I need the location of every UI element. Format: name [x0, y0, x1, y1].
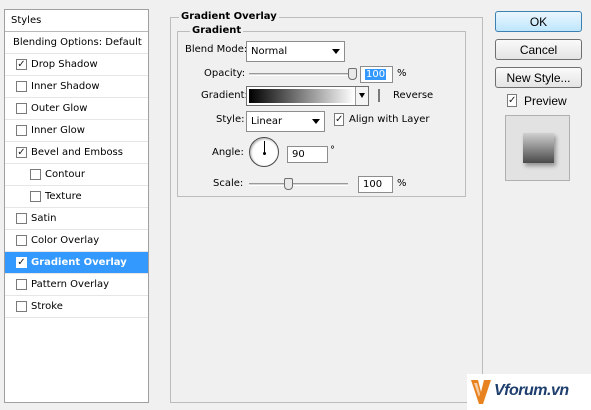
gradient-picker[interactable] — [246, 86, 369, 106]
style-item-bevel-and-emboss[interactable]: ✓ Bevel and Emboss — [5, 142, 148, 164]
opacity-unit: % — [397, 68, 407, 79]
style-item-label: Stroke — [31, 301, 63, 312]
opacity-label: Opacity: — [204, 68, 246, 79]
align-with-layer-label: Align with Layer — [349, 114, 430, 125]
blend-mode-select[interactable]: Normal — [246, 41, 345, 62]
style-item-label: Satin — [31, 213, 57, 224]
style-item-inner-shadow[interactable]: Inner Shadow — [5, 76, 148, 98]
reverse-label: Reverse — [393, 90, 434, 101]
style-item-color-overlay[interactable]: Color Overlay — [5, 230, 148, 252]
style-item-checkbox[interactable]: ✓ — [16, 257, 27, 268]
style-item-blending-options-default[interactable]: Blending Options: Default — [5, 32, 148, 54]
style-item-label: Blending Options: Default — [13, 37, 142, 48]
chevron-down-icon — [312, 119, 320, 124]
cancel-button[interactable]: Cancel — [495, 39, 582, 60]
style-item-checkbox[interactable] — [30, 169, 41, 180]
scale-value: 100 — [363, 179, 383, 190]
styles-list: Styles Blending Options: Default ✓ Drop Sh… — [4, 9, 149, 403]
style-item-checkbox[interactable] — [16, 213, 27, 224]
preview-checkbox-row[interactable]: ✓ Preview — [507, 94, 567, 108]
style-item-label: Inner Glow — [31, 125, 85, 136]
opacity-slider-thumb[interactable] — [348, 68, 357, 80]
style-item-checkbox[interactable] — [16, 103, 27, 114]
preview-swatch — [523, 133, 554, 163]
opacity-slider[interactable] — [249, 73, 353, 76]
styles-header-label: Styles — [11, 15, 42, 26]
reverse-checkbox-row[interactable]: Reverse — [378, 89, 433, 102]
style-item-checkbox[interactable] — [16, 279, 27, 290]
style-item-checkbox[interactable] — [16, 125, 27, 136]
style-item-checkbox[interactable] — [30, 191, 41, 202]
style-item-label: Pattern Overlay — [31, 279, 110, 290]
gradient-swatch[interactable] — [249, 89, 354, 103]
style-item-label: Bevel and Emboss — [31, 147, 123, 158]
gradient-dropdown-button[interactable] — [355, 87, 368, 105]
style-item-outer-glow[interactable]: Outer Glow — [5, 98, 148, 120]
style-value: Linear — [251, 116, 283, 127]
preview-checkbox[interactable]: ✓ — [507, 94, 518, 107]
style-item-label: Drop Shadow — [31, 59, 98, 70]
opacity-value: 100 — [365, 69, 387, 80]
style-item-label: Gradient Overlay — [31, 257, 127, 268]
style-item-checkbox[interactable] — [16, 235, 27, 246]
ok-button[interactable]: OK — [495, 11, 582, 32]
style-item-checkbox[interactable]: ✓ — [16, 59, 27, 70]
angle-input[interactable]: 90 — [287, 146, 328, 163]
style-item-label: Outer Glow — [31, 103, 88, 114]
style-item-stroke[interactable]: Stroke — [5, 296, 148, 318]
angle-dial-center — [263, 152, 266, 155]
style-item-contour[interactable]: Contour — [5, 164, 148, 186]
align-layer-checkbox-row[interactable]: ✓ Align with Layer — [334, 113, 430, 126]
style-item-satin[interactable]: Satin — [5, 208, 148, 230]
gradient-overlay-title: Gradient Overlay — [179, 11, 279, 22]
blend-mode-label: Blend Mode: — [185, 44, 248, 55]
opacity-input[interactable]: 100 — [360, 66, 393, 83]
style-item-label: Contour — [45, 169, 85, 180]
angle-unit: ° — [330, 145, 335, 156]
style-item-checkbox[interactable]: ✓ — [16, 147, 27, 158]
blend-mode-value: Normal — [251, 46, 288, 57]
preview-label: Preview — [524, 94, 567, 108]
chevron-down-icon — [332, 49, 340, 54]
scale-label: Scale: — [213, 178, 244, 189]
scale-slider-thumb[interactable] — [283, 178, 293, 190]
style-item-checkbox[interactable] — [16, 301, 27, 312]
watermark-text: Vforum.vn — [494, 382, 569, 399]
watermark: Vforum.vn — [467, 374, 591, 410]
style-item-pattern-overlay[interactable]: Pattern Overlay — [5, 274, 148, 296]
reverse-checkbox[interactable] — [378, 89, 380, 102]
style-label: Style: — [216, 114, 245, 125]
style-item-label: Color Overlay — [31, 235, 100, 246]
align-with-layer-checkbox[interactable]: ✓ — [334, 113, 345, 126]
scale-slider[interactable] — [249, 183, 348, 186]
gradient-label: Gradient: — [201, 90, 248, 101]
chevron-down-icon — [359, 93, 365, 98]
new-style-button[interactable]: New Style... — [495, 67, 582, 88]
style-item-inner-glow[interactable]: Inner Glow — [5, 120, 148, 142]
style-select[interactable]: Linear — [246, 111, 325, 132]
style-item-checkbox[interactable] — [16, 81, 27, 92]
angle-value: 90 — [292, 149, 305, 160]
angle-label: Angle: — [212, 147, 244, 158]
v-logo-icon — [471, 380, 491, 404]
styles-header[interactable]: Styles — [5, 10, 148, 32]
style-preview-thumbnail — [505, 115, 570, 181]
angle-dial[interactable] — [249, 137, 279, 167]
style-item-label: Texture — [45, 191, 82, 202]
style-item-gradient-overlay[interactable]: ✓ Gradient Overlay — [5, 252, 148, 274]
style-item-label: Inner Shadow — [31, 81, 100, 92]
gradient-group-title: Gradient — [190, 25, 244, 36]
style-item-drop-shadow[interactable]: ✓ Drop Shadow — [5, 54, 148, 76]
style-item-texture[interactable]: Texture — [5, 186, 148, 208]
scale-unit: % — [397, 178, 407, 189]
scale-input[interactable]: 100 — [358, 176, 393, 193]
